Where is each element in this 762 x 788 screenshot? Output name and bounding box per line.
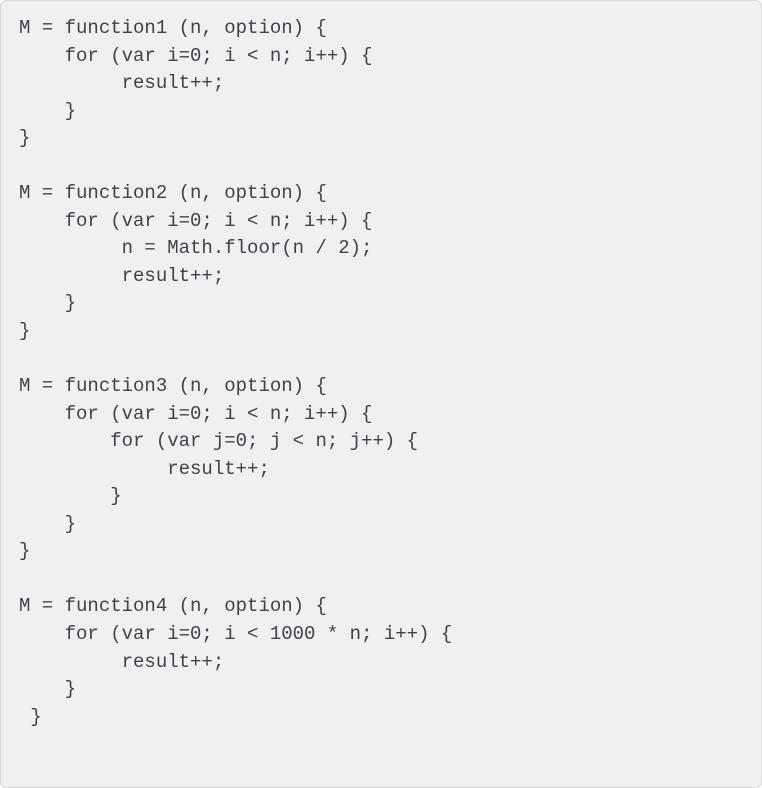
code-line: result++; — [19, 651, 224, 673]
code-line: for (var j=0; j < n; j++) { — [19, 430, 418, 452]
code-line: } — [19, 485, 122, 507]
code-line: n = Math.floor(n / 2); — [19, 237, 372, 259]
code-line: } — [19, 706, 42, 728]
code-line: } — [19, 127, 30, 149]
code-line: M = function4 (n, option) { — [19, 595, 327, 617]
code-line: } — [19, 320, 30, 342]
code-line: } — [19, 292, 76, 314]
code-line: for (var i=0; i < n; i++) { — [19, 403, 372, 425]
code-line: M = function3 (n, option) { — [19, 375, 327, 397]
code-line: for (var i=0; i < n; i++) { — [19, 45, 372, 67]
code-line: result++; — [19, 72, 224, 94]
code-line: result++; — [19, 458, 270, 480]
code-line: M = function2 (n, option) { — [19, 182, 327, 204]
code-line: } — [19, 513, 76, 535]
code-line: for (var i=0; i < n; i++) { — [19, 210, 372, 232]
code-line: } — [19, 540, 30, 562]
code-line: } — [19, 678, 76, 700]
code-line: result++; — [19, 265, 224, 287]
code-line: M = function1 (n, option) { — [19, 17, 327, 39]
code-line: for (var i=0; i < 1000 * n; i++) { — [19, 623, 452, 645]
code-line: } — [19, 100, 76, 122]
code-block: M = function1 (n, option) { for (var i=0… — [0, 0, 762, 788]
